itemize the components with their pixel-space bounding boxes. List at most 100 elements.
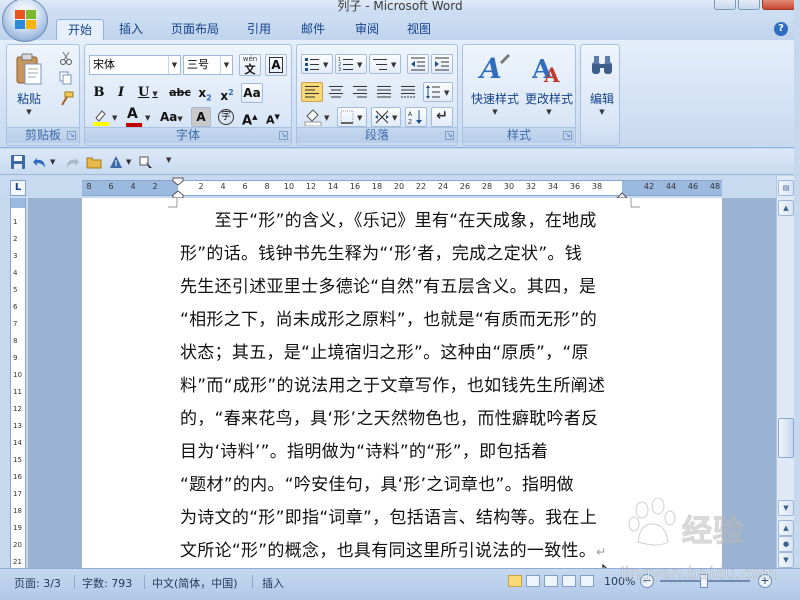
- zoom-out-button[interactable]: −: [640, 574, 654, 588]
- line-spacing-button[interactable]: ▼: [423, 82, 453, 102]
- close-button[interactable]: [762, 0, 796, 10]
- document-view-icon[interactable]: [108, 154, 124, 170]
- maximize-button[interactable]: [738, 0, 760, 10]
- numbering-dropdown-icon[interactable]: ▼: [357, 61, 362, 69]
- multilevel-list-button[interactable]: ▼: [369, 54, 401, 74]
- indent-marker-icon[interactable]: [172, 177, 184, 199]
- word-count[interactable]: 字数: 793: [82, 575, 132, 591]
- highlight-dropdown-icon[interactable]: ▼: [112, 114, 117, 122]
- next-page-button[interactable]: ▼: [778, 552, 794, 568]
- customize-icon[interactable]: [138, 154, 154, 170]
- shrink-font-button[interactable]: A▼: [265, 107, 287, 127]
- font-name-dropdown-icon[interactable]: ▼: [168, 56, 180, 74]
- line-spacing-dropdown-icon[interactable]: ▼: [444, 89, 449, 97]
- language-indicator[interactable]: 中文(简体，中国): [152, 575, 238, 591]
- format-painter-icon[interactable]: [59, 91, 75, 107]
- sort-button[interactable]: AZ: [405, 107, 427, 127]
- show-formatting-marks-button[interactable]: ↵: [431, 107, 453, 127]
- font-launcher-icon[interactable]: ↘: [279, 131, 288, 140]
- shading-button[interactable]: ▼: [301, 107, 333, 127]
- editing-button[interactable]: 编辑 ▼: [583, 49, 619, 125]
- copy-icon[interactable]: [59, 71, 73, 85]
- multilevel-list-dropdown-icon[interactable]: ▼: [391, 61, 396, 69]
- italic-button[interactable]: I: [111, 83, 131, 103]
- scroll-up-button[interactable]: ▲: [778, 200, 794, 216]
- draft-view-button[interactable]: [580, 575, 594, 587]
- font-size-dropdown-icon[interactable]: ▼: [220, 56, 232, 74]
- font-color-dropdown-icon[interactable]: ▼: [145, 114, 150, 122]
- page-count[interactable]: 页面: 3/3: [14, 575, 61, 591]
- cut-icon[interactable]: [59, 51, 73, 65]
- change-case-button[interactable]: Aa: [241, 83, 263, 103]
- align-right-button[interactable]: [349, 82, 371, 102]
- tab-page-layout[interactable]: 页面布局: [162, 19, 228, 40]
- numbering-button[interactable]: 123 ▼: [335, 54, 367, 74]
- superscript-button[interactable]: x2: [217, 83, 237, 103]
- font-name-combo[interactable]: 宋体 ▼: [89, 55, 181, 75]
- styles-launcher-icon[interactable]: ↘: [563, 131, 572, 140]
- tab-references[interactable]: 引用: [238, 19, 280, 40]
- change-styles-button[interactable]: A A 更改样式 ▼: [521, 49, 575, 125]
- chinese-layout-button[interactable]: ▼: [371, 107, 401, 127]
- bullets-button[interactable]: ▼: [301, 54, 333, 74]
- bold-button[interactable]: B: [89, 83, 109, 103]
- text-highlight-button[interactable]: ▼: [89, 107, 121, 127]
- paste-button[interactable]: 粘贴 ▼: [11, 49, 45, 119]
- help-icon[interactable]: ?: [774, 22, 788, 36]
- shading-dropdown-icon[interactable]: ▼: [324, 114, 329, 122]
- scroll-down-button[interactable]: ▼: [778, 500, 794, 516]
- insert-mode[interactable]: 插入: [262, 575, 284, 591]
- tab-review[interactable]: 审阅: [346, 19, 388, 40]
- tab-selector[interactable]: L: [10, 180, 26, 196]
- select-browse-object-button[interactable]: ●: [778, 536, 794, 552]
- tab-home[interactable]: 开始: [56, 19, 104, 40]
- character-shading-button[interactable]: A: [191, 107, 211, 127]
- clipboard-launcher-icon[interactable]: ↘: [67, 131, 76, 140]
- align-left-button[interactable]: [301, 82, 323, 102]
- subscript-button[interactable]: x2: [195, 83, 215, 103]
- borders-button[interactable]: ▼: [337, 107, 367, 127]
- chinese-layout-dropdown-icon[interactable]: ▼: [392, 114, 397, 122]
- ruler-toggle-button[interactable]: ▤: [778, 180, 794, 196]
- redo-icon[interactable]: [64, 154, 80, 170]
- full-screen-reading-view-button[interactable]: [526, 575, 540, 587]
- decrease-indent-button[interactable]: [407, 54, 429, 74]
- zoom-slider-thumb[interactable]: [700, 574, 708, 588]
- zoom-in-button[interactable]: +: [758, 574, 772, 588]
- undo-icon[interactable]: [32, 154, 48, 170]
- scroll-thumb[interactable]: [778, 418, 794, 458]
- increase-indent-button[interactable]: [431, 54, 453, 74]
- bullets-dropdown-icon[interactable]: ▼: [323, 61, 328, 69]
- strikethrough-button[interactable]: abc: [167, 83, 193, 103]
- tab-view[interactable]: 视图: [398, 19, 440, 40]
- print-layout-view-button[interactable]: [508, 575, 522, 587]
- font-size-aa-dropdown-icon[interactable]: ▼: [177, 115, 182, 123]
- character-border-button[interactable]: A: [265, 54, 287, 76]
- undo-dropdown-icon[interactable]: ▼: [50, 158, 55, 166]
- zoom-level[interactable]: 100%: [604, 575, 635, 588]
- vertical-ruler[interactable]: 1 2 3 4 5 6 7 8 9 10 11 12 13 14 15 16 17 18 19 20 21: [10, 198, 26, 568]
- font-size-combo[interactable]: 三号 ▼: [183, 55, 233, 75]
- font-color-button[interactable]: A ▼: [123, 106, 153, 127]
- vertical-scrollbar[interactable]: ▤ ▲ ▼ ▲ ● ▼: [776, 176, 794, 568]
- enclose-characters-button[interactable]: 字: [215, 107, 237, 127]
- align-center-button[interactable]: [325, 82, 347, 102]
- grow-font-button[interactable]: A▲: [241, 107, 263, 128]
- web-layout-view-button[interactable]: [544, 575, 558, 587]
- distributed-button[interactable]: [397, 82, 419, 102]
- horizontal-ruler[interactable]: 8 6 4 2 2 4 6 8 10 12 14 16 18 20 22 24 …: [82, 177, 722, 199]
- font-size-aa-button[interactable]: Aa▼: [157, 107, 185, 127]
- view-dropdown-icon[interactable]: ▼: [126, 158, 131, 166]
- quick-styles-button[interactable]: A 快速样式 ▼: [467, 49, 521, 125]
- tab-mailings[interactable]: 邮件: [292, 19, 334, 40]
- document-body[interactable]: 至于“形”的含义，《乐记》里有“在天成象，在地成 形”的话。钱钟书先生释为“‘形…: [180, 205, 626, 568]
- outline-view-button[interactable]: [562, 575, 576, 587]
- paragraph-launcher-icon[interactable]: ↘: [445, 131, 454, 140]
- open-folder-icon[interactable]: [86, 154, 102, 170]
- phonetic-guide-button[interactable]: wén 文: [239, 54, 261, 76]
- previous-page-button[interactable]: ▲: [778, 520, 794, 536]
- justify-button[interactable]: [373, 82, 395, 102]
- minimize-button[interactable]: [714, 0, 736, 10]
- underline-button[interactable]: U ▼: [133, 83, 161, 103]
- save-icon[interactable]: [10, 154, 26, 170]
